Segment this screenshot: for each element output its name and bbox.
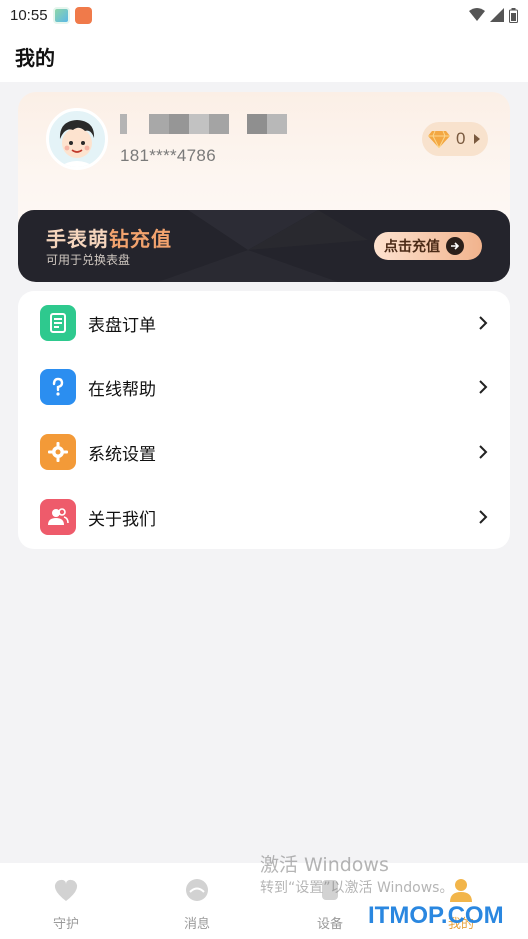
windows-activation-watermark: 激活 Windows: [260, 854, 389, 876]
banner-title: 手表萌钻充值: [46, 223, 172, 252]
chevron-right-icon: [479, 380, 488, 394]
chevron-right-icon: [479, 445, 488, 459]
menu-item-dial-orders[interactable]: 表盘订单: [18, 291, 510, 355]
status-indicators: [469, 7, 518, 23]
windows-activation-subtext: 转到“设置”以激活 Windows。: [260, 880, 454, 896]
diamond-icon: [428, 130, 450, 148]
users-icon: [40, 499, 76, 535]
heart-icon: [54, 879, 78, 901]
profile-card: 181****4786 0 手表萌钻充值 可用于兑换表盘 点击充值: [18, 92, 510, 282]
nav-item-guard[interactable]: 守护: [21, 877, 111, 932]
app-icon: [74, 6, 92, 24]
banner-title-part1: 手表萌: [46, 227, 109, 251]
recharge-button[interactable]: 点击充值: [374, 232, 482, 260]
wifi-icon: [469, 8, 485, 21]
menu-item-label: 系统设置: [88, 444, 156, 465]
menu-item-label: 关于我们: [88, 509, 156, 530]
phone-number: 181****4786: [120, 146, 216, 165]
diamond-count: 0: [456, 129, 466, 148]
chevron-right-icon: [479, 316, 488, 330]
menu-item-label: 表盘订单: [88, 315, 156, 336]
arrow-right-circle-icon: [446, 237, 464, 255]
battery-icon: [509, 7, 518, 23]
signal-icon: [490, 8, 504, 22]
nav-label: 守护: [52, 917, 79, 932]
question-icon: [40, 369, 76, 405]
menu-item-about-us[interactable]: 关于我们: [18, 485, 510, 549]
recharge-button-label: 点击充值: [384, 239, 440, 255]
page-header: 我的: [0, 30, 528, 82]
chevron-right-icon: [479, 510, 488, 524]
nickname-blurred: [120, 114, 287, 134]
status-bar: 10:55: [0, 0, 528, 30]
menu-item-online-help[interactable]: 在线帮助: [18, 355, 510, 419]
avatar-cartoon-icon: [59, 120, 95, 167]
page-title: 我的: [15, 45, 55, 70]
status-time: 10:55: [10, 6, 48, 24]
document-icon: [40, 305, 76, 341]
menu-item-label: 在线帮助: [88, 379, 156, 400]
menu-item-system-settings[interactable]: 系统设置: [18, 420, 510, 484]
banner-title-part2: 钻充值: [109, 227, 172, 251]
message-icon: [186, 879, 208, 901]
nav-label: 设备: [316, 917, 343, 932]
play-arrow-icon: [474, 134, 480, 144]
avatar[interactable]: [46, 108, 108, 170]
menu-card: 表盘订单 在线帮助 系统设置 关于我们: [18, 291, 510, 549]
gallery-icon: [52, 6, 70, 24]
recharge-banner[interactable]: 手表萌钻充值 可用于兑换表盘 点击充值: [18, 210, 510, 282]
gear-icon: [40, 434, 76, 470]
site-watermark: ITMOP.COM: [368, 902, 504, 929]
nav-item-messages[interactable]: 消息: [152, 877, 242, 932]
banner-subtitle: 可用于兑换表盘: [46, 253, 131, 267]
nav-label: 消息: [183, 917, 210, 932]
diamond-balance-button[interactable]: 0: [422, 122, 488, 156]
